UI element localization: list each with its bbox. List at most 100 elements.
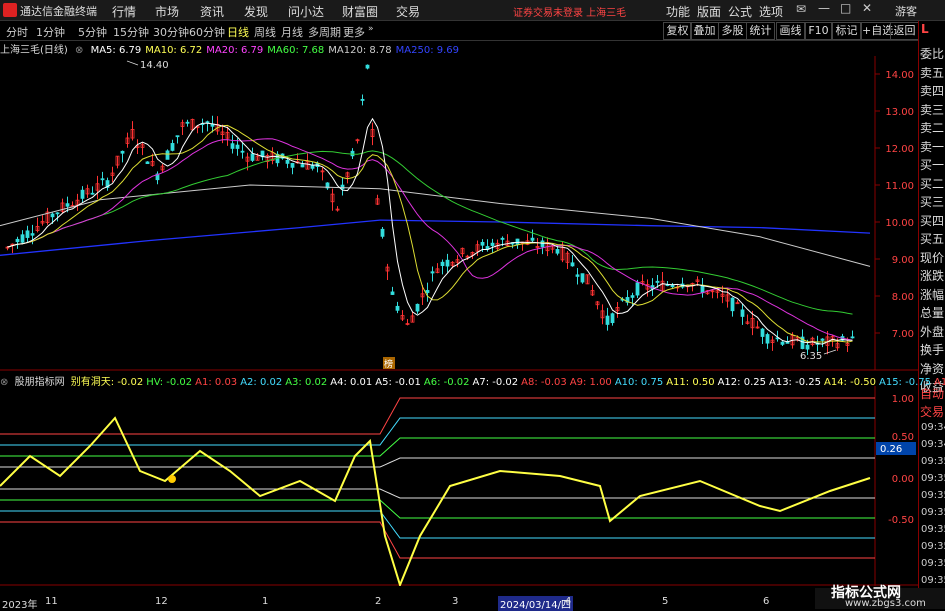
mark-button[interactable]: 标记 — [832, 22, 861, 40]
menu-options[interactable]: 选项 — [759, 3, 783, 20]
indicator-tick-label: 0.00 — [892, 474, 914, 485]
price-tick-label: 9.00 — [892, 255, 914, 266]
ma20-line — [7, 138, 853, 341]
candle-body — [340, 184, 345, 190]
menu-quotes[interactable]: 行情 — [112, 3, 136, 20]
statistics-button[interactable]: 统计 — [746, 22, 775, 40]
back-button[interactable]: 返回 — [890, 22, 919, 40]
candle-body — [850, 336, 855, 339]
tab-multi-period[interactable]: 多周期 — [308, 24, 341, 40]
mail-icon[interactable]: ✉ — [796, 2, 806, 16]
tab-more[interactable]: 更多 — [343, 24, 365, 40]
side-panel-item[interactable]: 外盘 — [920, 323, 945, 340]
candle-body — [580, 273, 585, 283]
side-panel-toggle-icon[interactable]: L — [921, 22, 929, 36]
tab-monthly[interactable]: 月线 — [281, 24, 303, 40]
event-marker[interactable]: 榜 — [384, 358, 393, 370]
indicator-band-line — [0, 499, 875, 519]
side-panel-item[interactable]: 涨幅 — [920, 286, 945, 303]
side-panel-item[interactable]: 买二 — [920, 175, 945, 192]
tab-intraday[interactable]: 分时 — [6, 24, 28, 40]
close-icon[interactable]: ✕ — [862, 1, 872, 15]
side-panel-item[interactable]: 卖五 — [920, 64, 945, 81]
price-chart[interactable]: 14.00 13.00 12.00 11.00 10.00 9.00 8.00 7.00 14… — [0, 41, 918, 371]
candle-body — [700, 286, 705, 294]
menu-news[interactable]: 资讯 — [200, 3, 224, 20]
multi-stock-button[interactable]: 多股 — [718, 22, 747, 40]
candle-body — [430, 271, 435, 274]
add-favorite-button[interactable]: +自选 — [861, 22, 893, 40]
side-panel-item[interactable]: 卖一 — [920, 138, 945, 155]
candle-body — [170, 143, 175, 151]
maximize-icon[interactable]: □ — [840, 1, 851, 15]
menu-discover[interactable]: 发现 — [244, 3, 268, 20]
side-panel-item[interactable]: 买一 — [920, 156, 945, 173]
side-trade[interactable]: 交易 — [920, 403, 945, 420]
menu-market[interactable]: 市场 — [155, 3, 179, 20]
side-panel-item[interactable]: 卖四 — [920, 82, 945, 99]
side-panel-item[interactable]: 买四 — [920, 212, 945, 229]
candle-body — [445, 259, 450, 267]
side-panel-item[interactable]: 涨跌 — [920, 267, 945, 284]
guest-label[interactable]: 游客 — [895, 3, 917, 19]
side-panel-item[interactable]: 总量 — [920, 304, 945, 321]
indicator-tick-label: 0.50 — [892, 432, 914, 443]
menu-trade[interactable]: 交易 — [396, 3, 420, 20]
candle-body — [55, 212, 60, 215]
menu-ask[interactable]: 问小达 — [288, 3, 324, 20]
tab-1min[interactable]: 1分钟 — [36, 24, 65, 40]
candle-body — [15, 238, 20, 243]
side-panel-item[interactable]: 现价 — [920, 249, 945, 266]
tab-60min[interactable]: 60分钟 — [189, 24, 225, 40]
candle-body — [100, 178, 105, 181]
overlay-button[interactable]: 叠加 — [690, 22, 719, 40]
minimize-icon[interactable]: — — [818, 1, 830, 15]
candle-body — [440, 261, 445, 267]
tab-weekly[interactable]: 周线 — [254, 24, 276, 40]
candle-body — [630, 295, 635, 298]
tab-5min[interactable]: 5分钟 — [78, 24, 107, 40]
tab-30min[interactable]: 30分钟 — [153, 24, 189, 40]
indicator-band-line — [0, 521, 875, 559]
menu-formula[interactable]: 公式 — [728, 3, 752, 20]
x-axis-label: 2 — [375, 596, 382, 607]
menu-layout[interactable]: 版面 — [697, 3, 721, 20]
tab-daily[interactable]: 日线 — [227, 24, 249, 40]
high-marker: 14.40 — [140, 60, 169, 71]
side-panel-item[interactable]: 委比 — [920, 45, 945, 62]
candle-body — [365, 64, 370, 69]
candle-body — [575, 274, 580, 277]
price-tick-label: 12.00 — [885, 144, 914, 155]
x-axis-label: 12 — [155, 596, 168, 607]
candle-body — [235, 144, 240, 149]
tab-15min[interactable]: 15分钟 — [113, 24, 149, 40]
side-panel-item[interactable]: 买五 — [920, 230, 945, 247]
candle-body — [80, 189, 85, 199]
indicator-main-line — [0, 416, 871, 586]
trade-time: 09:35 — [921, 524, 945, 535]
candle-body — [390, 291, 395, 295]
candle-body — [230, 143, 235, 149]
candle-body — [20, 234, 25, 243]
candle-body — [360, 98, 365, 101]
chevron-down-icon[interactable]: » — [368, 24, 374, 34]
menu-wealth[interactable]: 财富圈 — [342, 3, 378, 20]
x-axis-label: 1 — [262, 596, 269, 607]
f10-button[interactable]: F10 — [805, 22, 832, 40]
candle-body — [780, 341, 785, 345]
side-panel-item[interactable]: 换手 — [920, 341, 945, 358]
candle-body — [480, 241, 485, 246]
side-panel-item[interactable]: 买三 — [920, 193, 945, 210]
indicator-chart[interactable]: 1.00 0.50 0.00 -0.50 0.26 — [0, 386, 918, 586]
candle-body — [425, 290, 430, 293]
restore-rights-button[interactable]: 复权 — [663, 22, 692, 40]
price-tick-label: 13.00 — [885, 107, 914, 118]
watermark: 指标公式网 www.zbgs3.com — [815, 585, 945, 609]
menu-function[interactable]: 功能 — [666, 3, 690, 20]
x-axis-label: 3 — [452, 596, 459, 607]
candle-body — [50, 213, 55, 218]
side-panel-item[interactable]: 卖三 — [920, 101, 945, 118]
draw-line-button[interactable]: 画线 — [776, 22, 805, 40]
side-panel-item[interactable]: 卖二 — [920, 119, 945, 136]
x-axis-label: 4 — [565, 596, 572, 607]
